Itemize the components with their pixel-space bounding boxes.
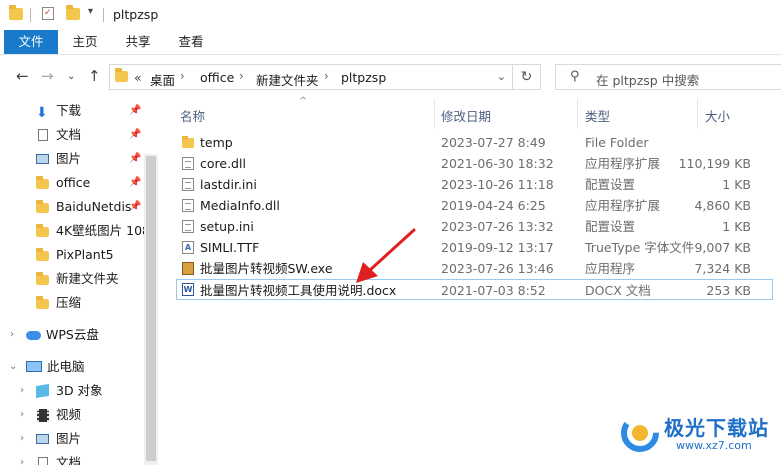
watermark-title: 极光下载站 [664,416,769,440]
watermark-logo: 极光下载站 www.xz7.com [620,408,780,458]
annotation-arrow [356,228,416,283]
watermark-swirl-icon [621,414,659,452]
watermark-url: www.xz7.com [676,439,752,452]
